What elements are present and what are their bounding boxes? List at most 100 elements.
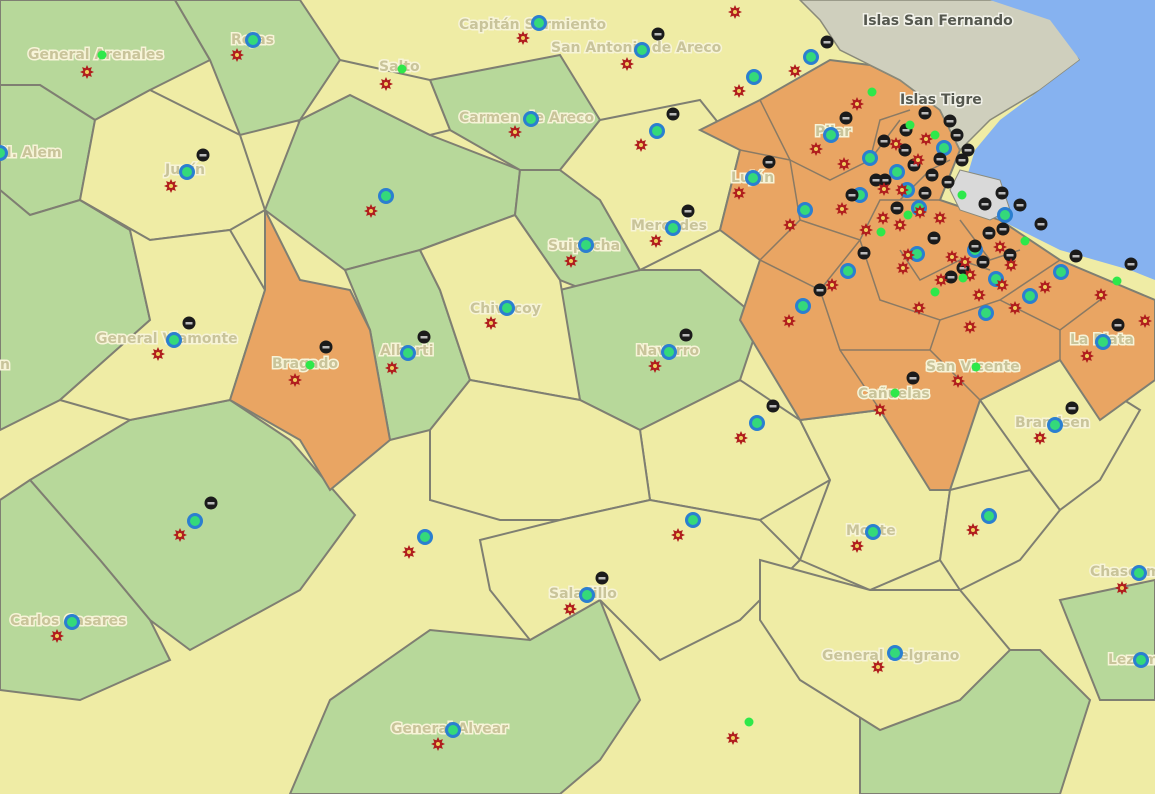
blue-ring-icon[interactable]	[685, 512, 701, 528]
red-star-icon[interactable]	[164, 179, 178, 193]
red-star-icon[interactable]	[783, 218, 797, 232]
blue-ring-icon[interactable]	[417, 529, 433, 545]
green-dot-icon[interactable]	[958, 273, 968, 283]
black-sign-icon[interactable]	[1003, 248, 1017, 262]
red-star-icon[interactable]	[726, 731, 740, 745]
blue-ring-icon[interactable]	[978, 305, 994, 321]
green-dot-icon[interactable]	[890, 388, 900, 398]
red-star-icon[interactable]	[50, 629, 64, 643]
black-sign-icon[interactable]	[996, 222, 1010, 236]
blue-ring-icon[interactable]	[797, 202, 813, 218]
red-star-icon[interactable]	[911, 153, 925, 167]
blue-ring-icon[interactable]	[981, 508, 997, 524]
blue-ring-icon[interactable]	[665, 220, 681, 236]
red-star-icon[interactable]	[850, 539, 864, 553]
black-sign-icon[interactable]	[995, 186, 1009, 200]
green-dot-icon[interactable]	[903, 210, 913, 220]
red-star-icon[interactable]	[1038, 280, 1052, 294]
blue-ring-icon[interactable]	[862, 150, 878, 166]
black-sign-icon[interactable]	[857, 246, 871, 260]
blue-ring-icon[interactable]	[523, 111, 539, 127]
red-star-icon[interactable]	[859, 223, 873, 237]
blue-ring-icon[interactable]	[445, 722, 461, 738]
blue-ring-icon[interactable]	[1047, 417, 1063, 433]
red-star-icon[interactable]	[1004, 258, 1018, 272]
red-star-icon[interactable]	[1080, 349, 1094, 363]
blue-ring-icon[interactable]	[823, 127, 839, 143]
black-sign-icon[interactable]	[204, 496, 218, 510]
red-star-icon[interactable]	[508, 125, 522, 139]
red-star-icon[interactable]	[993, 240, 1007, 254]
black-sign-icon[interactable]	[666, 107, 680, 121]
black-sign-icon[interactable]	[869, 173, 883, 187]
red-star-icon[interactable]	[995, 278, 1009, 292]
red-star-icon[interactable]	[516, 31, 530, 45]
black-sign-icon[interactable]	[679, 328, 693, 342]
red-star-icon[interactable]	[893, 218, 907, 232]
red-star-icon[interactable]	[825, 278, 839, 292]
red-star-icon[interactable]	[734, 431, 748, 445]
blue-ring-icon[interactable]	[840, 263, 856, 279]
map-canvas[interactable]: General Arenales Rojas Salto Capitán Sar…	[0, 0, 1155, 794]
blue-ring-icon[interactable]	[400, 345, 416, 361]
red-star-icon[interactable]	[963, 320, 977, 334]
blue-ring-icon[interactable]	[745, 170, 761, 186]
blue-ring-icon[interactable]	[245, 32, 261, 48]
black-sign-icon[interactable]	[955, 153, 969, 167]
red-star-icon[interactable]	[788, 64, 802, 78]
blue-ring-icon[interactable]	[634, 42, 650, 58]
black-sign-icon[interactable]	[651, 27, 665, 41]
red-star-icon[interactable]	[896, 261, 910, 275]
red-star-icon[interactable]	[671, 528, 685, 542]
green-dot-icon[interactable]	[930, 287, 940, 297]
blue-ring-icon[interactable]	[749, 415, 765, 431]
green-dot-icon[interactable]	[957, 190, 967, 200]
black-sign-icon[interactable]	[1069, 249, 1083, 263]
red-star-icon[interactable]	[564, 254, 578, 268]
green-dot-icon[interactable]	[876, 227, 886, 237]
red-star-icon[interactable]	[732, 186, 746, 200]
red-star-icon[interactable]	[809, 142, 823, 156]
black-sign-icon[interactable]	[820, 35, 834, 49]
red-star-icon[interactable]	[151, 347, 165, 361]
green-dot-icon[interactable]	[305, 360, 315, 370]
red-star-icon[interactable]	[80, 65, 94, 79]
red-star-icon[interactable]	[1138, 314, 1152, 328]
black-sign-icon[interactable]	[982, 226, 996, 240]
red-star-icon[interactable]	[402, 545, 416, 559]
red-star-icon[interactable]	[649, 234, 663, 248]
black-sign-icon[interactable]	[319, 340, 333, 354]
black-sign-icon[interactable]	[766, 399, 780, 413]
blue-ring-icon[interactable]	[579, 587, 595, 603]
red-star-icon[interactable]	[934, 273, 948, 287]
black-sign-icon[interactable]	[845, 188, 859, 202]
blue-ring-icon[interactable]	[865, 524, 881, 540]
red-star-icon[interactable]	[634, 138, 648, 152]
blue-ring-icon[interactable]	[531, 15, 547, 31]
black-sign-icon[interactable]	[1111, 318, 1125, 332]
black-sign-icon[interactable]	[933, 152, 947, 166]
red-star-icon[interactable]	[230, 48, 244, 62]
black-sign-icon[interactable]	[1034, 217, 1048, 231]
red-star-icon[interactable]	[431, 737, 445, 751]
blue-ring-icon[interactable]	[1022, 288, 1038, 304]
red-star-icon[interactable]	[620, 57, 634, 71]
black-sign-icon[interactable]	[890, 201, 904, 215]
black-sign-icon[interactable]	[943, 114, 957, 128]
red-star-icon[interactable]	[873, 403, 887, 417]
black-sign-icon[interactable]	[950, 128, 964, 142]
blue-ring-icon[interactable]	[803, 49, 819, 65]
black-sign-icon[interactable]	[182, 316, 196, 330]
red-star-icon[interactable]	[945, 250, 959, 264]
blue-ring-icon[interactable]	[1133, 652, 1149, 668]
red-star-icon[interactable]	[1033, 431, 1047, 445]
blue-ring-icon[interactable]	[889, 164, 905, 180]
red-star-icon[interactable]	[966, 523, 980, 537]
green-dot-icon[interactable]	[1112, 276, 1122, 286]
black-sign-icon[interactable]	[976, 255, 990, 269]
blue-ring-icon[interactable]	[661, 344, 677, 360]
red-star-icon[interactable]	[912, 301, 926, 315]
red-star-icon[interactable]	[1094, 288, 1108, 302]
red-star-icon[interactable]	[933, 211, 947, 225]
black-sign-icon[interactable]	[918, 106, 932, 120]
